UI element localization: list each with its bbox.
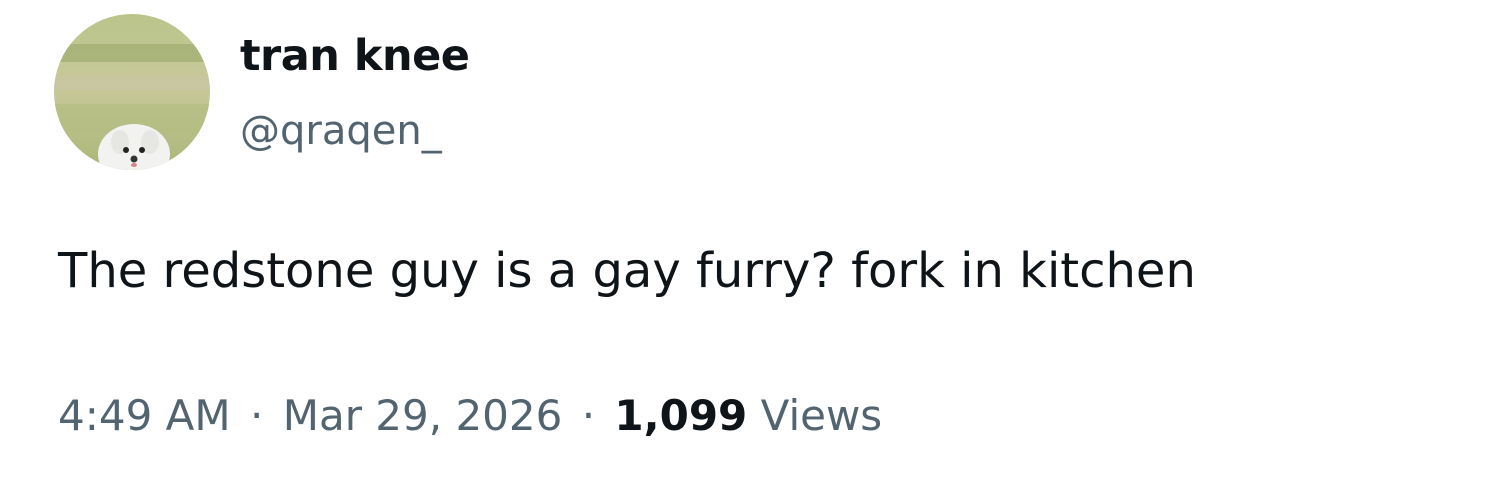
dog-avatar-icon: [54, 14, 210, 170]
separator-dot: ·: [250, 391, 264, 440]
tweet-time[interactable]: 4:49 AM: [58, 391, 231, 440]
display-name[interactable]: tran knee: [240, 26, 470, 86]
user-handle[interactable]: @qraqen_: [240, 106, 469, 156]
views-count: 1,099: [614, 391, 748, 440]
user-info: tran knee @qraqen_: [240, 26, 470, 156]
separator-dot: ·: [581, 391, 596, 440]
tweet-date[interactable]: Mar 29, 2026: [283, 391, 563, 440]
avatar[interactable]: [54, 14, 210, 170]
tweet-meta: 4:49 AM · Mar 29, 2026 · 1,099 Views: [58, 386, 882, 446]
tweet-text: The redstone guy is a gay furry? fork in…: [58, 243, 1196, 299]
tweet-card: tran knee @qraqen_ The redstone guy is a…: [0, 0, 1500, 500]
views-label: Views: [760, 391, 883, 440]
